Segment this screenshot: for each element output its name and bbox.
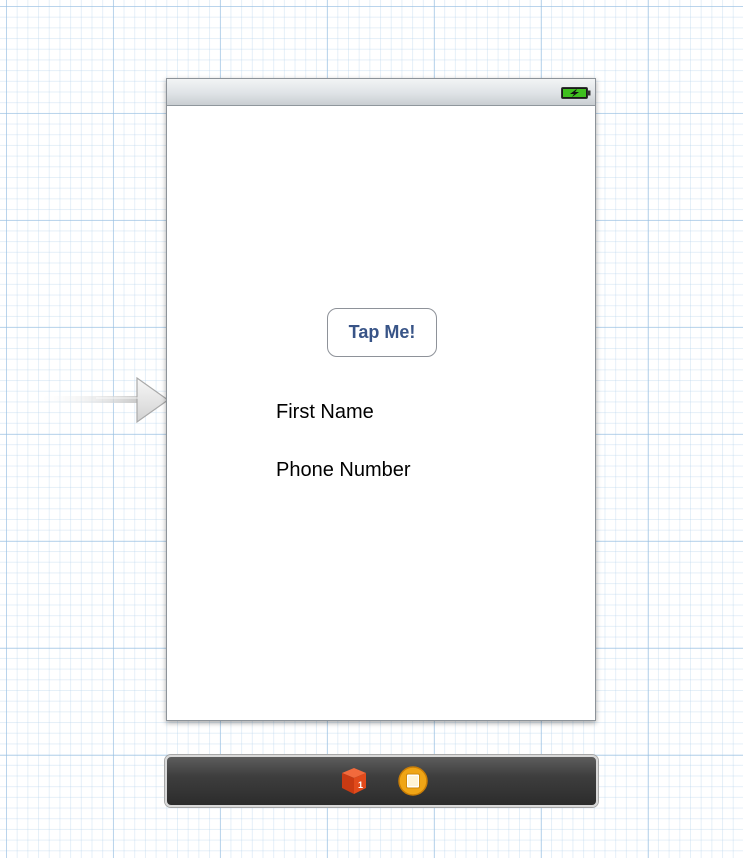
scene-dock: 1: [165, 755, 598, 807]
svg-text:1: 1: [358, 780, 363, 790]
status-bar: [167, 79, 595, 106]
phone-number-label: Phone Number: [276, 459, 411, 481]
first-responder-cube-icon[interactable]: 1: [338, 765, 370, 797]
first-name-label: First Name: [276, 401, 374, 423]
view-controller-icon[interactable]: [397, 765, 429, 797]
battery-charging-icon: [561, 87, 591, 99]
view-controller-scene[interactable]: Tap Me! First Name Phone Number: [166, 78, 596, 721]
tap-me-button[interactable]: Tap Me!: [327, 308, 437, 357]
entry-point-arrow-icon[interactable]: [36, 376, 170, 424]
